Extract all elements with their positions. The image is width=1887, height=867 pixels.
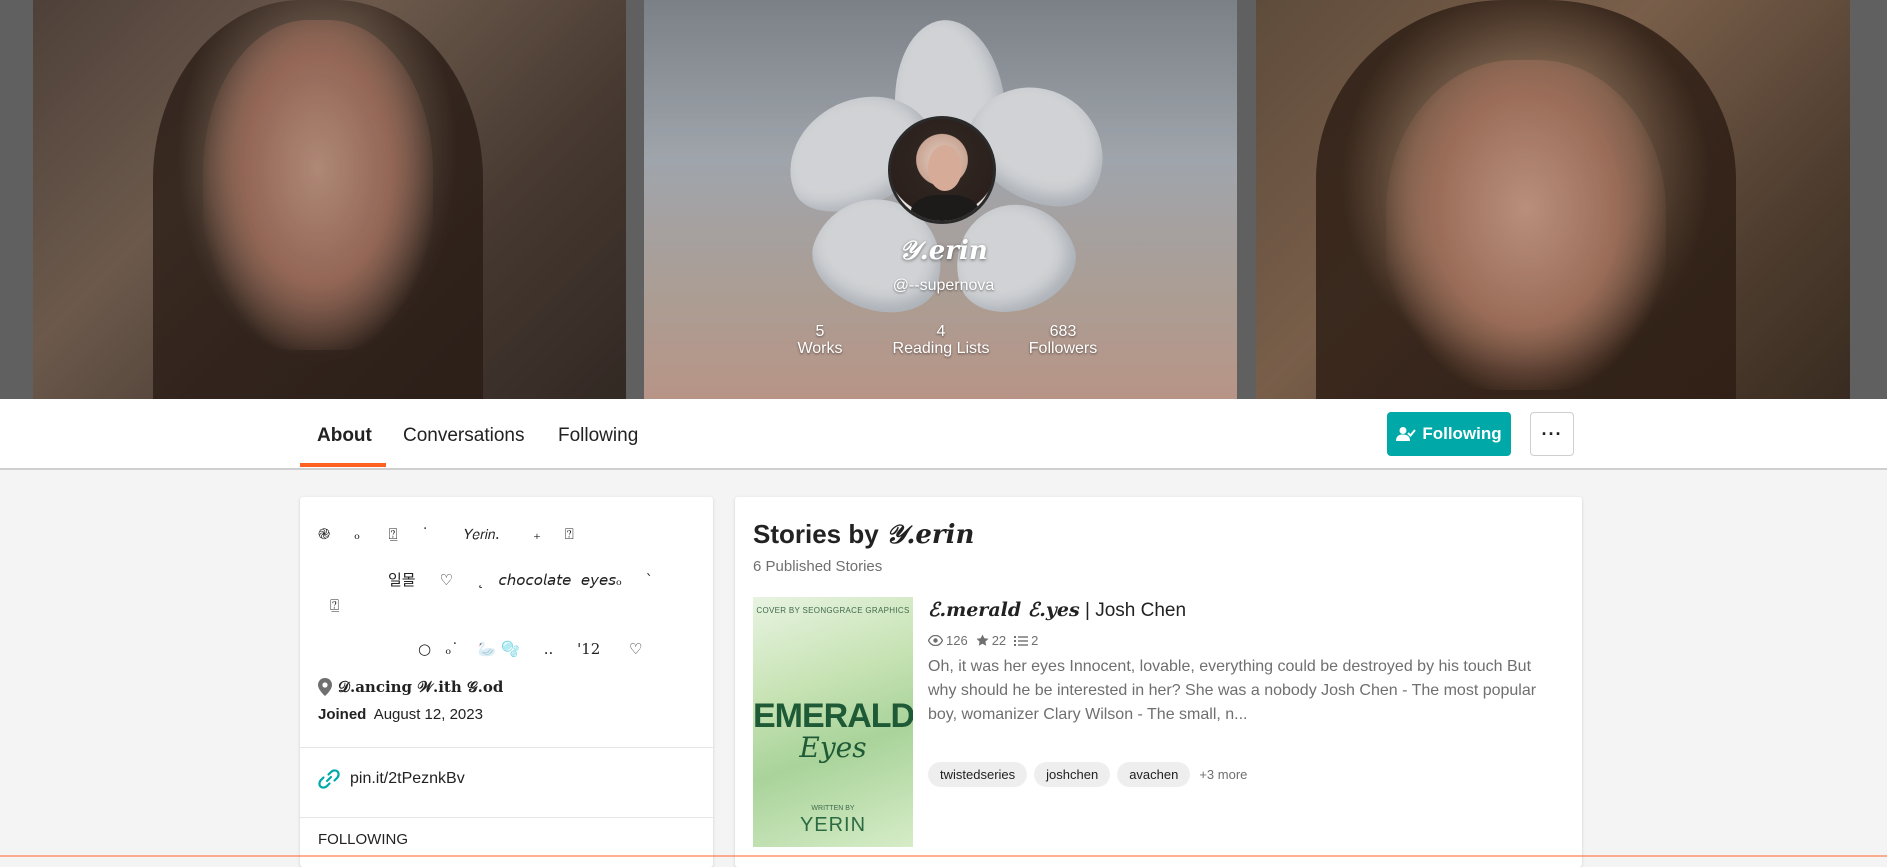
divider bbox=[300, 747, 713, 748]
joined-label: Joined bbox=[318, 706, 367, 723]
story-meta: 126 22 2 bbox=[928, 633, 1042, 648]
avatar[interactable] bbox=[888, 116, 996, 224]
tab-conversations[interactable]: Conversations bbox=[403, 425, 524, 447]
profile-link[interactable]: pin.it/2tPeznkBv bbox=[318, 768, 465, 790]
more-icon: ··· bbox=[1541, 423, 1563, 444]
stories-heading-name: 𝒴.erin bbox=[885, 520, 975, 550]
following-button[interactable]: Following bbox=[1387, 412, 1511, 456]
cover-credit: COVER BY SEONGGRACE GRAPHICS bbox=[756, 606, 910, 615]
about-card: ֎ ₒ ⍰̲ ˙ 𝘠𝘦𝘳𝘪𝘯. ₊ ⍰ 일몰 ♡ ˛ 𝘤𝘩𝘰𝘤𝘰𝘭𝘢𝘵𝘦 𝘦𝘺𝘦… bbox=[300, 497, 713, 867]
stat-value: 5 bbox=[815, 323, 825, 340]
active-tab-indicator bbox=[300, 463, 386, 467]
story-title[interactable]: ℰ.merald ℰ.yes | Josh Chen bbox=[928, 599, 1186, 622]
divider bbox=[300, 817, 713, 818]
location-row: 𝒟.ancing 𝒲.ith 𝒢.od bbox=[318, 678, 503, 696]
reads-stat: 126 bbox=[928, 633, 968, 648]
story-tags: twistedseries joshchen avachen +3 more bbox=[928, 762, 1247, 787]
profile-tabbar: About Conversations Following Following … bbox=[0, 399, 1887, 470]
stat-label: Followers bbox=[1028, 340, 1098, 357]
tab-about[interactable]: About bbox=[317, 425, 372, 447]
stat-value: 4 bbox=[936, 323, 946, 340]
eye-icon bbox=[928, 635, 943, 646]
published-stories-count: 6 Published Stories bbox=[753, 558, 883, 575]
bio-line: ⍰̲ bbox=[330, 596, 340, 614]
profile-username: @--supernova bbox=[892, 277, 995, 294]
stat-reading-lists[interactable]: 4 Reading Lists bbox=[880, 323, 1002, 357]
following-heading: FOLLOWING bbox=[318, 831, 409, 848]
profile-header: 𝒴.erin @--supernova 5 Works 4 Reading Li… bbox=[0, 0, 1887, 399]
cover-subtitle: Eyes bbox=[799, 731, 867, 764]
stat-followers[interactable]: 683 Followers bbox=[1020, 323, 1106, 357]
story-description: Oh, it was her eyes Innocent, lovable, e… bbox=[928, 658, 1537, 723]
user-check-icon bbox=[1396, 427, 1417, 441]
stat-works[interactable]: 5 Works bbox=[780, 323, 860, 357]
cover-written-by: WRITTEN BY bbox=[811, 805, 855, 812]
stat-value: 683 bbox=[1049, 323, 1077, 340]
more-tags-link[interactable]: +3 more bbox=[1199, 767, 1247, 782]
cover-author: YERIN bbox=[799, 814, 867, 836]
votes-stat: 22 bbox=[976, 633, 1006, 648]
joined-date: August 12, 2023 bbox=[373, 706, 483, 723]
tab-following[interactable]: Following bbox=[558, 425, 638, 447]
stat-label: Reading Lists bbox=[892, 340, 990, 357]
map-pin-icon bbox=[318, 678, 332, 696]
stories-heading-prefix: Stories by bbox=[753, 519, 886, 549]
following-button-label: Following bbox=[1422, 424, 1502, 443]
location-text: 𝒟.ancing 𝒲.ith 𝒢.od bbox=[338, 678, 504, 696]
stat-label: Works bbox=[797, 340, 843, 357]
votes-count: 22 bbox=[991, 633, 1007, 648]
list-icon bbox=[1014, 635, 1029, 646]
tag-chip[interactable]: avachen bbox=[1117, 762, 1191, 787]
tag-chip[interactable]: joshchen bbox=[1034, 762, 1111, 787]
reads-count: 126 bbox=[946, 633, 968, 648]
parts-stat: 2 bbox=[1014, 633, 1038, 648]
story-title-rest: | Josh Chen bbox=[1079, 600, 1187, 621]
star-icon bbox=[976, 634, 989, 646]
story-cover[interactable]: COVER BY SEONGGRACE GRAPHICS EMERALD Eye… bbox=[753, 597, 913, 847]
profile-display-name: 𝒴.erin bbox=[899, 236, 988, 266]
tag-chip[interactable]: twistedseries bbox=[928, 762, 1028, 787]
bio-line: ○ ₒ˙ 🦢 🫧 .. '12 ♡ bbox=[418, 640, 643, 658]
story-title-fancy: ℰ.merald ℰ.yes bbox=[928, 599, 1080, 621]
stories-card: Stories by 𝒴.erin 6 Published Stories CO… bbox=[735, 497, 1582, 867]
link-icon bbox=[318, 769, 340, 789]
profile-stats: 5 Works 4 Reading Lists 683 Followers bbox=[0, 323, 1887, 363]
profile-link-text: pin.it/2tPeznkBv bbox=[350, 770, 465, 787]
stories-heading: Stories by 𝒴.erin bbox=[753, 519, 974, 551]
bio-line: 일몰 ♡ ˛ 𝘤𝘩𝘰𝘤𝘰𝘭𝘢𝘵𝘦 𝘦𝘺𝘦𝘴ₒ ˋ bbox=[388, 571, 654, 589]
more-options-button[interactable]: ··· bbox=[1530, 412, 1574, 456]
bio-line: ֎ ₒ ⍰̲ ˙ 𝘠𝘦𝘳𝘪𝘯. ₊ ⍰ bbox=[318, 525, 574, 543]
parts-count: 2 bbox=[1031, 633, 1039, 648]
joined-row: Joined August 12, 2023 bbox=[318, 706, 483, 723]
